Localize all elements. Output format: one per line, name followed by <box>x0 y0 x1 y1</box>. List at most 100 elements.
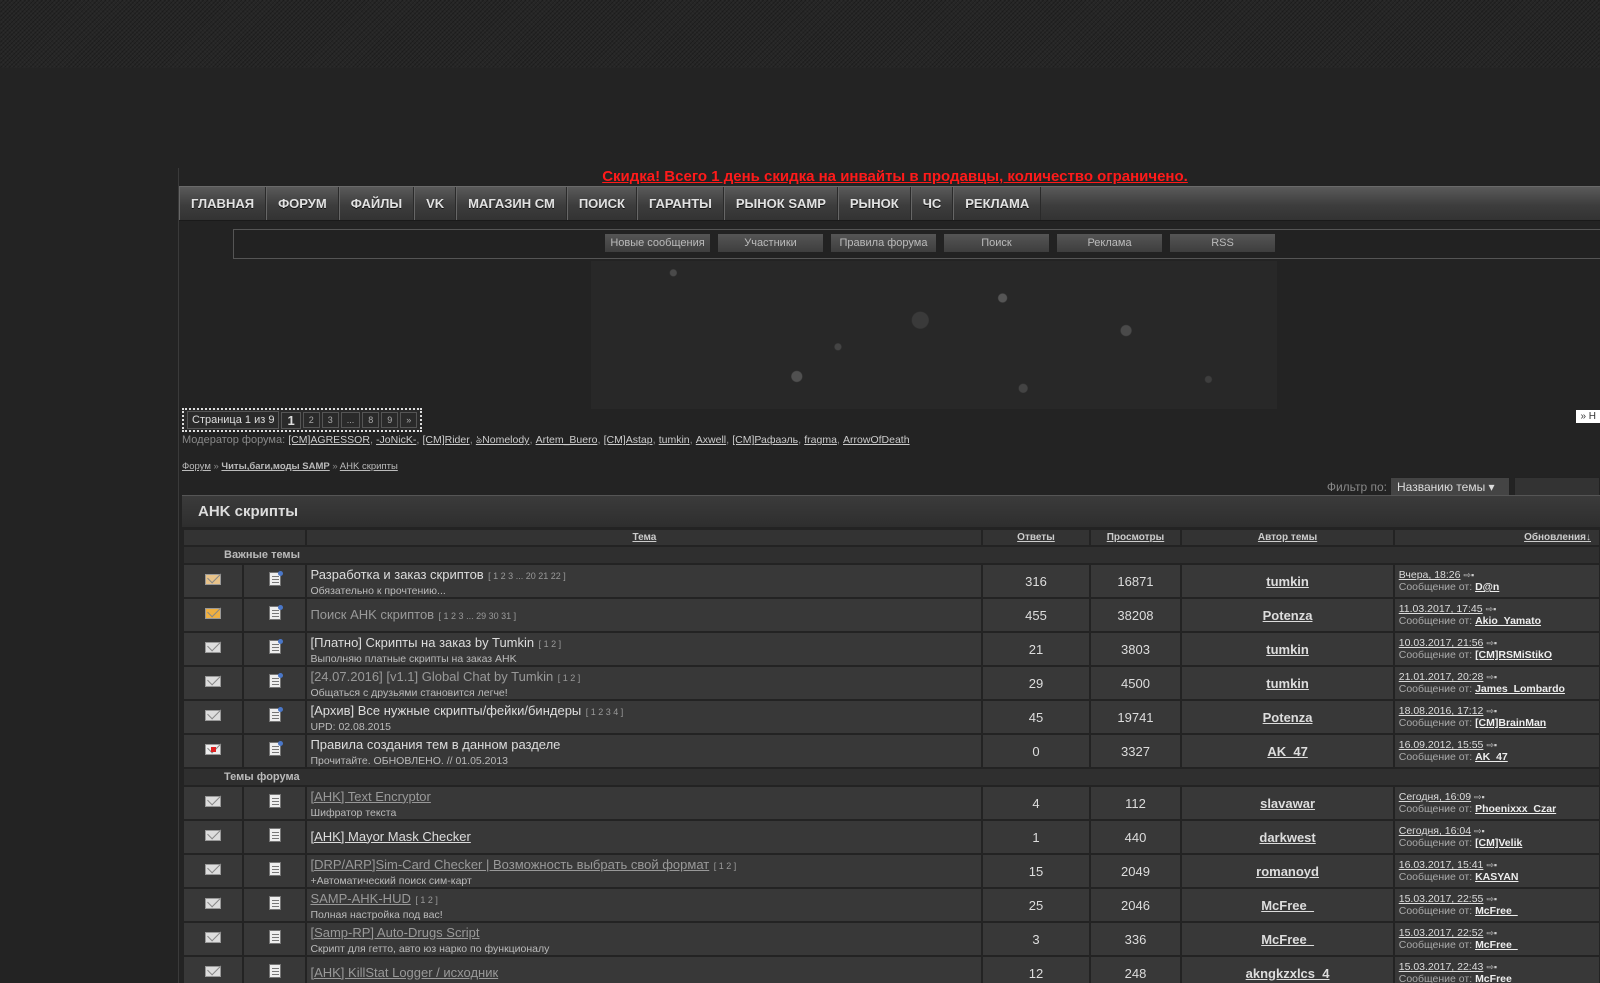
last-post-date[interactable]: 16.03.2017, 15:41 <box>1399 859 1484 871</box>
topic-title-link[interactable]: [DRP/ARP]Sim-Card Checker | Возможность … <box>310 857 709 872</box>
go-last-post-icon[interactable]: ⇨▪ <box>1486 638 1497 648</box>
topic-title-link[interactable]: [Samp-RP] Auto-Drugs Script <box>310 925 479 940</box>
go-last-post-icon[interactable]: ⇨▪ <box>1486 962 1497 972</box>
page-ellipsis[interactable]: ... <box>340 412 361 428</box>
last-post-author[interactable]: [CM]Velik <box>1475 837 1522 849</box>
new-topic-link[interactable]: » Н <box>1576 410 1600 423</box>
nav-vk[interactable]: VK <box>414 187 457 220</box>
topic-pages[interactable]: [ 1 2 ] <box>415 895 438 905</box>
col-author[interactable]: Автор темы <box>1182 530 1393 545</box>
last-post-date[interactable]: 18.08.2016, 17:12 <box>1399 705 1484 717</box>
nav-shop-cm[interactable]: МАГАЗИН СМ <box>456 187 567 220</box>
topic-pages[interactable]: [ 1 2 3 ... 29 30 31 ] <box>439 611 517 621</box>
last-post-date[interactable]: 10.03.2017, 21:56 <box>1399 637 1484 649</box>
moderator-link[interactable]: [CM]Astap <box>604 434 653 446</box>
moderator-link[interactable]: tumkin <box>659 434 690 446</box>
last-post-author[interactable]: D@n <box>1475 581 1499 593</box>
nav-samp-market[interactable]: РЫНОК SAMP <box>723 187 838 220</box>
topic-title-link[interactable]: [Архив] Все нужные скрипты/фейки/биндеры <box>310 703 581 718</box>
topic-author-link[interactable]: McFree_ <box>1261 898 1314 913</box>
last-post-date[interactable]: 11.03.2017, 17:45 <box>1399 603 1483 615</box>
last-post-author[interactable]: McFree_ <box>1475 905 1518 917</box>
last-post-date[interactable]: Вчера, 18:26 <box>1399 569 1461 581</box>
filter-select[interactable]: Названию темы ▾ <box>1390 477 1510 496</box>
topic-title-link[interactable]: [AHK] KillStat Logger / исходник <box>310 965 498 980</box>
last-post-date[interactable]: 15.03.2017, 22:43 <box>1399 961 1484 973</box>
last-post-author[interactable]: McFree_ <box>1475 973 1518 983</box>
nav-guarantors[interactable]: ГАРАНТЫ <box>636 187 724 220</box>
moderator-link[interactable]: fragma <box>804 434 837 446</box>
nav-home[interactable]: ГЛАВНАЯ <box>179 187 267 220</box>
topic-author-link[interactable]: slavawar <box>1260 796 1315 811</box>
go-last-post-icon[interactable]: ⇨▪ <box>1486 706 1497 716</box>
topic-author-link[interactable]: AK_47 <box>1267 744 1307 759</box>
topic-author-link[interactable]: tumkin <box>1266 676 1309 691</box>
topic-title-link[interactable]: [24.07.2016] [v1.1] Global Chat by Tumki… <box>310 669 553 684</box>
topic-pages[interactable]: [ 1 2 3 4 ] <box>586 707 624 717</box>
topic-author-link[interactable]: Potenza <box>1263 710 1313 725</box>
topic-title-link[interactable]: Разработка и заказ скриптов <box>310 567 483 582</box>
last-post-author[interactable]: Phoenixxx_Czar <box>1475 803 1556 815</box>
page-link-2[interactable]: 2 <box>302 412 320 428</box>
topic-author-link[interactable]: McFree_ <box>1261 932 1314 947</box>
filter-input[interactable] <box>1514 477 1600 496</box>
breadcrumb-category[interactable]: Читы,баги,моды SAMP <box>221 461 329 472</box>
rss-button[interactable]: RSS <box>1169 233 1276 253</box>
topic-author-link[interactable]: tumkin <box>1266 642 1309 657</box>
last-post-date[interactable]: 21.01.2017, 20:28 <box>1399 671 1484 683</box>
last-post-author[interactable]: McFree_ <box>1475 939 1518 951</box>
page-link-3[interactable]: 3 <box>321 412 339 428</box>
col-views[interactable]: Просмотры <box>1090 530 1181 545</box>
nav-search[interactable]: ПОИСК <box>566 187 637 220</box>
go-last-post-icon[interactable]: ⇨▪ <box>1463 570 1474 580</box>
go-last-post-icon[interactable]: ⇨▪ <box>1486 860 1497 870</box>
search-button[interactable]: Поиск <box>943 233 1050 253</box>
page-next[interactable]: » <box>400 412 418 428</box>
go-last-post-icon[interactable]: ⇨▪ <box>1486 604 1497 614</box>
last-post-author[interactable]: [CM]BrainMan <box>1475 717 1546 729</box>
moderator-link[interactable]: [CM]AGRESSOR <box>288 434 370 446</box>
topic-author-link[interactable]: darkwest <box>1259 830 1315 845</box>
members-button[interactable]: Участники <box>717 233 824 253</box>
nav-ads[interactable]: РЕКЛАМА <box>953 187 1042 220</box>
nav-files[interactable]: ФАЙЛЫ <box>338 187 415 220</box>
topic-author-link[interactable]: akngkzxlcs_4 <box>1246 966 1330 981</box>
moderator-link[interactable]: Artem_Buero <box>536 434 598 446</box>
topic-author-link[interactable]: tumkin <box>1266 574 1309 589</box>
breadcrumb-forum[interactable]: Форум <box>182 461 211 472</box>
go-last-post-icon[interactable]: ⇨▪ <box>1486 894 1497 904</box>
topic-author-link[interactable]: romanoyd <box>1256 864 1319 879</box>
topic-title-link[interactable]: SAMP-AHK-HUD <box>310 891 410 906</box>
breadcrumb-current[interactable]: AHK скрипты <box>340 461 398 472</box>
topic-title-link[interactable]: Поиск AHK скриптов <box>310 607 434 622</box>
last-post-date[interactable]: Сегодня, 16:09 <box>1399 791 1471 803</box>
moderator-link[interactable]: Axwell <box>696 434 726 446</box>
last-post-author[interactable]: AK_47 <box>1475 751 1508 763</box>
go-last-post-icon[interactable]: ⇨▪ <box>1486 928 1497 938</box>
go-last-post-icon[interactable]: ⇨▪ <box>1486 740 1497 750</box>
last-post-date[interactable]: 15.03.2017, 22:55 <box>1399 893 1484 905</box>
nav-market[interactable]: РЫНОК <box>837 187 911 220</box>
ads-button[interactable]: Реклама <box>1056 233 1163 253</box>
moderator-link[interactable]: [CM]Рафаэль <box>732 434 798 446</box>
topic-pages[interactable]: [ 1 2 ] <box>714 861 737 871</box>
last-post-date[interactable]: Сегодня, 16:04 <box>1399 825 1471 837</box>
new-posts-button[interactable]: Новые сообщения <box>604 233 711 253</box>
moderator-link[interactable]: ArrowOfDeath <box>843 434 910 446</box>
forum-rules-button[interactable]: Правила форума <box>830 233 937 253</box>
topic-pages[interactable]: [ 1 2 ] <box>558 673 581 683</box>
go-last-post-icon[interactable]: ⇨▪ <box>1486 672 1497 682</box>
last-post-author[interactable]: Akio_Yamato <box>1475 615 1541 627</box>
last-post-author[interactable]: KASYAN <box>1475 871 1518 883</box>
last-post-date[interactable]: 16.09.2012, 15:55 <box>1399 739 1484 751</box>
col-topic[interactable]: Тема <box>307 530 982 545</box>
last-post-author[interactable]: James_Lombardo <box>1475 683 1565 695</box>
last-post-date[interactable]: 15.03.2017, 22:52 <box>1399 927 1484 939</box>
col-replies[interactable]: Ответы <box>983 530 1089 545</box>
topic-pages[interactable]: [ 1 2 3 ... 20 21 22 ] <box>488 571 566 581</box>
page-link-8[interactable]: 8 <box>362 412 380 428</box>
topic-title-link[interactable]: [AHK] Text Encryptor <box>310 789 430 804</box>
go-last-post-icon[interactable]: ⇨▪ <box>1474 792 1485 802</box>
last-post-author[interactable]: [CM]RSMiStikO <box>1475 649 1552 661</box>
nav-blacklist[interactable]: ЧС <box>910 187 954 220</box>
